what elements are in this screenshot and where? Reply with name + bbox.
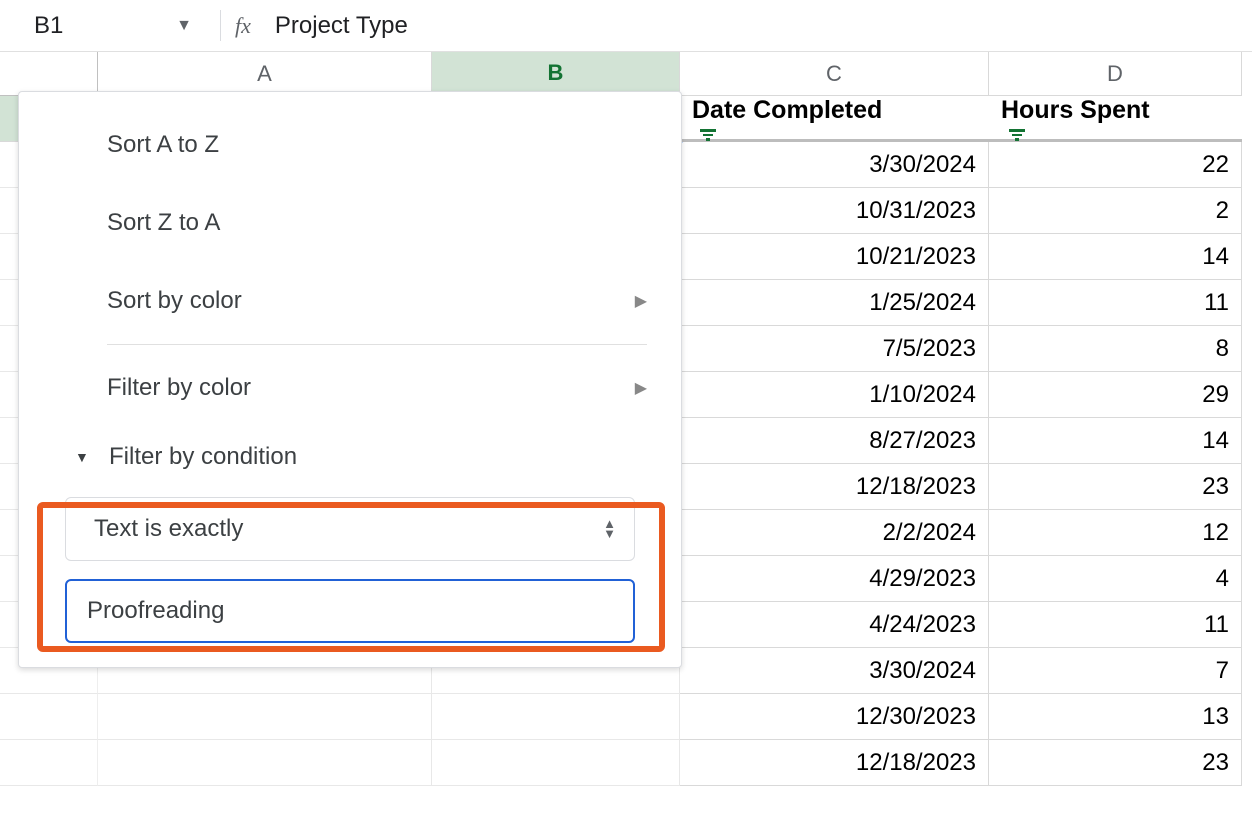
cell-date-completed[interactable]: 12/18/2023 [680, 464, 989, 510]
header-label: Hours Spent [1001, 96, 1150, 124]
filter-icon[interactable] [1007, 125, 1027, 145]
cell-date-completed[interactable]: 10/31/2023 [680, 188, 989, 234]
cell[interactable] [432, 740, 680, 786]
cell-hours-spent[interactable]: 11 [989, 280, 1242, 326]
cell-date-completed[interactable]: 7/5/2023 [680, 326, 989, 372]
caret-down-icon: ▼ [75, 449, 89, 465]
chevron-right-icon: ▶ [635, 378, 647, 398]
cell-hours-spent[interactable]: 14 [989, 418, 1242, 464]
menu-label: Sort A to Z [107, 131, 219, 159]
menu-sort-by-color[interactable]: Sort by color ▶ [19, 262, 681, 340]
cell[interactable] [432, 694, 680, 740]
select-value: Text is exactly [94, 515, 243, 543]
cell-date-completed[interactable]: 4/29/2023 [680, 556, 989, 602]
cell-hours-spent[interactable]: 29 [989, 372, 1242, 418]
filter-condition-panel: Text is exactly ▲▼ Proofreading [19, 487, 681, 653]
cell-date-completed[interactable]: 8/27/2023 [680, 418, 989, 464]
cell-date-completed[interactable]: 1/25/2024 [680, 280, 989, 326]
cell-hours-spent[interactable]: 22 [989, 142, 1242, 188]
cell-hours-spent[interactable]: 14 [989, 234, 1242, 280]
formula-input[interactable] [275, 12, 1252, 40]
cell-hours-spent[interactable]: 7 [989, 648, 1242, 694]
name-box[interactable]: B1 ▼ [20, 0, 206, 51]
filter-icon[interactable] [698, 125, 718, 145]
condition-type-select[interactable]: Text is exactly ▲▼ [65, 497, 635, 561]
menu-sort-za[interactable]: Sort Z to A [19, 184, 681, 262]
cell[interactable] [98, 740, 432, 786]
menu-label: Filter by condition [109, 443, 297, 471]
menu-sort-az[interactable]: Sort A to Z [19, 106, 681, 184]
menu-filter-by-condition[interactable]: ▼ Filter by condition [19, 427, 681, 487]
name-box-value: B1 [34, 12, 63, 40]
cell-hours-spent[interactable]: 8 [989, 326, 1242, 372]
cell-hours-spent[interactable]: 11 [989, 602, 1242, 648]
cell-hours-spent[interactable]: 23 [989, 740, 1242, 786]
select-all-corner[interactable] [0, 52, 98, 96]
fx-icon: fx [235, 13, 251, 39]
chevron-right-icon: ▶ [635, 291, 647, 311]
cell-hours-spent[interactable]: 2 [989, 188, 1242, 234]
condition-value-input[interactable]: Proofreading [65, 579, 635, 643]
filter-dropdown: Sort A to Z Sort Z to A Sort by color ▶ … [18, 91, 682, 668]
chevron-down-icon: ▼ [176, 17, 192, 35]
cell-hours-spent[interactable]: 12 [989, 510, 1242, 556]
menu-separator [107, 344, 647, 345]
header-hours-spent[interactable]: Hours Spent [989, 96, 1242, 142]
cell-date-completed[interactable]: 12/18/2023 [680, 740, 989, 786]
menu-label: Filter by color [107, 374, 251, 402]
cell[interactable] [98, 694, 432, 740]
cell-hours-spent[interactable]: 4 [989, 556, 1242, 602]
cell-date-completed[interactable]: 1/10/2024 [680, 372, 989, 418]
row-header[interactable] [0, 740, 98, 786]
menu-label: Sort by color [107, 287, 242, 315]
input-value: Proofreading [87, 597, 224, 625]
cell-date-completed[interactable]: 10/21/2023 [680, 234, 989, 280]
header-date-completed[interactable]: Date Completed [680, 96, 989, 142]
cell-date-completed[interactable]: 3/30/2024 [680, 648, 989, 694]
stepper-icon: ▲▼ [603, 519, 616, 539]
cell-date-completed[interactable]: 12/30/2023 [680, 694, 989, 740]
cell-hours-spent[interactable]: 13 [989, 694, 1242, 740]
menu-label: Sort Z to A [107, 209, 220, 237]
cell-hours-spent[interactable]: 23 [989, 464, 1242, 510]
cell-date-completed[interactable]: 3/30/2024 [680, 142, 989, 188]
cell-date-completed[interactable]: 2/2/2024 [680, 510, 989, 556]
row-header[interactable] [0, 694, 98, 740]
formula-bar-row: B1 ▼ fx [0, 0, 1252, 52]
divider [220, 10, 221, 41]
column-header-a[interactable]: A [98, 52, 432, 96]
menu-filter-by-color[interactable]: Filter by color ▶ [19, 349, 681, 427]
column-header-c[interactable]: C [680, 52, 989, 96]
header-label: Date Completed [692, 96, 882, 124]
cell-date-completed[interactable]: 4/24/2023 [680, 602, 989, 648]
column-header-b[interactable]: B [432, 52, 680, 96]
column-header-d[interactable]: D [989, 52, 1242, 96]
